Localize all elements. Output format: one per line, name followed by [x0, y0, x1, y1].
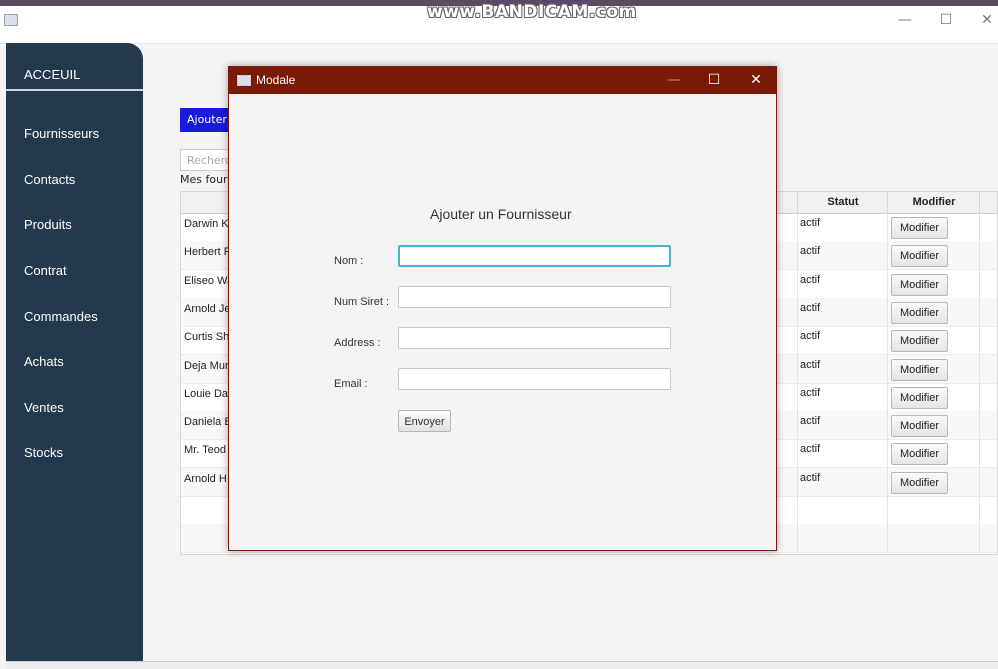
modal-dialog: Modale — ☐ ✕ Ajouter un Fournisseur Nom …: [228, 66, 777, 551]
sidebar-item-fournisseurs[interactable]: Fournisseurs: [24, 126, 99, 141]
submit-button[interactable]: Envoyer: [398, 410, 451, 432]
status-text: actif: [800, 386, 821, 399]
status-text: actif: [800, 301, 821, 314]
status-text: actif: [800, 443, 821, 456]
sidebar-item-accueil[interactable]: ACCEUIL: [24, 67, 80, 82]
modify-button[interactable]: Modifier: [891, 415, 948, 438]
siret-label: Num Siret :: [334, 296, 390, 308]
modal-title: Modale: [256, 73, 296, 87]
sidebar-item-contrat[interactable]: Contrat: [24, 263, 67, 278]
list-label: Mes fourn: [180, 173, 235, 186]
status-text: actif: [800, 273, 821, 286]
status-text: actif: [800, 358, 821, 371]
address-label: Address :: [334, 337, 381, 349]
sidebar: ACCEUIL Fournisseurs Contacts Produits C…: [6, 43, 143, 661]
column-header-extra: [979, 192, 998, 213]
status-text: actif: [800, 245, 821, 258]
watermark: www.BANDICAM.com: [427, 2, 637, 22]
modify-button[interactable]: Modifier: [891, 301, 948, 324]
status-text: actif: [800, 217, 821, 229]
modal-close-button[interactable]: ✕: [742, 70, 770, 90]
supplier-name: Daniela B: [184, 416, 232, 429]
modal-minimize-button[interactable]: —: [660, 70, 688, 90]
column-header-statut[interactable]: Statut: [797, 192, 888, 213]
email-label: Email :: [334, 378, 368, 390]
supplier-name: Darwin K: [184, 218, 229, 230]
supplier-name: Deja Mur: [184, 359, 229, 372]
modal-app-icon: [237, 75, 251, 86]
sidebar-item-contacts[interactable]: Contacts: [24, 172, 75, 187]
modify-button[interactable]: Modifier: [891, 471, 948, 494]
modify-button[interactable]: Modifier: [891, 386, 948, 409]
email-field[interactable]: [398, 368, 671, 390]
supplier-name: Louie Dar: [184, 387, 232, 400]
column-divider: [887, 213, 888, 553]
modify-button[interactable]: Modifier: [891, 330, 948, 353]
supplier-name: Arnold H: [184, 472, 227, 485]
modify-button[interactable]: Modifier: [891, 358, 948, 381]
sidebar-divider: [6, 89, 143, 91]
nom-label: Nom :: [334, 255, 364, 267]
sidebar-item-ventes[interactable]: Ventes: [24, 400, 64, 415]
sidebar-item-commandes[interactable]: Commandes: [24, 309, 98, 324]
status-text: actif: [800, 330, 821, 343]
supplier-name: Arnold Je: [184, 302, 231, 315]
modify-button[interactable]: Modifier: [891, 443, 948, 466]
sidebar-item-produits[interactable]: Produits: [24, 217, 72, 232]
supplier-name: Herbert R: [184, 246, 232, 259]
nom-field[interactable]: [398, 245, 671, 267]
siret-field[interactable]: [398, 286, 671, 308]
column-divider: [979, 213, 980, 553]
sidebar-item-achats[interactable]: Achats: [24, 354, 64, 369]
modify-button[interactable]: Modifier: [891, 273, 948, 296]
form-heading: Ajouter un Fournisseur: [430, 206, 572, 222]
app-icon: [4, 14, 18, 26]
column-divider: [797, 213, 798, 553]
supplier-name: Mr. Teod: [184, 444, 226, 457]
supplier-name: Curtis Shi: [184, 331, 232, 344]
status-text: actif: [800, 471, 821, 484]
maximize-button[interactable]: ☐: [931, 9, 961, 31]
address-field[interactable]: [398, 327, 671, 349]
column-header-modifier[interactable]: Modifier: [887, 192, 980, 213]
modify-button[interactable]: Modifier: [891, 217, 948, 239]
supplier-name: Eliseo Wa: [184, 274, 234, 287]
modal-titlebar: Modale — ☐ ✕: [229, 67, 776, 94]
close-button[interactable]: ✕: [972, 9, 998, 31]
sidebar-item-stocks[interactable]: Stocks: [24, 445, 63, 460]
minimize-button[interactable]: —: [890, 9, 920, 31]
status-text: actif: [800, 415, 821, 428]
modify-button[interactable]: Modifier: [891, 245, 948, 268]
search-input[interactable]: Recherch: [180, 149, 235, 171]
modal-maximize-button[interactable]: ☐: [700, 70, 728, 90]
